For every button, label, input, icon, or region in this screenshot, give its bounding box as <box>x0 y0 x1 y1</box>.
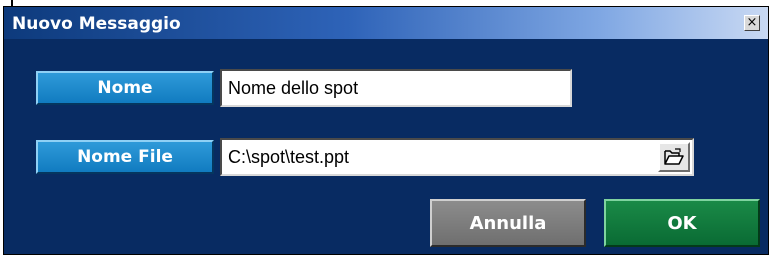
close-icon: × <box>746 15 758 30</box>
file-name-value: C:\spot\test.ppt <box>228 146 350 167</box>
cancel-button[interactable]: Annulla <box>430 199 586 247</box>
file-name-label: Nome File <box>36 140 214 174</box>
ok-button[interactable]: OK <box>604 199 760 247</box>
dialog-window: Nuovo Messaggio × Nome Nome dello spot N… <box>3 6 769 255</box>
name-input[interactable]: Nome dello spot <box>220 69 572 107</box>
close-button[interactable]: × <box>744 15 760 31</box>
name-label: Nome <box>36 71 214 105</box>
title-bar[interactable]: Nuovo Messaggio × <box>4 7 768 39</box>
window-title: Nuovo Messaggio <box>12 14 181 34</box>
browse-button[interactable] <box>658 142 690 172</box>
folder-open-icon <box>664 148 684 165</box>
file-name-input[interactable]: C:\spot\test.ppt <box>220 138 694 176</box>
